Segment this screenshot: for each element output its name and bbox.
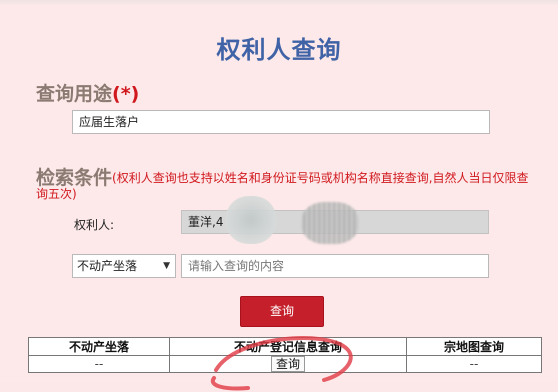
table-header-row: 不动产坐落 不动产登记信息查询 宗地图查询 bbox=[28, 337, 542, 356]
column-header-map: 宗地图查询 bbox=[406, 337, 542, 356]
privacy-blur bbox=[226, 196, 276, 244]
chevron-down-icon: ▼ bbox=[163, 261, 170, 271]
location-select-value: 不动产坐落 bbox=[77, 259, 138, 273]
query-button[interactable]: 查询 bbox=[240, 296, 324, 327]
criteria-heading-text: 检索条件 bbox=[36, 167, 113, 189]
page-title: 权利人查询 bbox=[216, 36, 342, 64]
purpose-input[interactable]: 应届生落户 bbox=[72, 110, 490, 134]
required-mark: (*) bbox=[112, 83, 140, 105]
location-select[interactable]: 不动产坐落 ▼ bbox=[72, 254, 176, 278]
table-row: -- 查询 -- bbox=[28, 355, 542, 373]
search-input[interactable]: 请输入查询的内容 bbox=[181, 254, 489, 278]
cell-registry: 查询 bbox=[169, 355, 407, 373]
results-table: 不动产坐落 不动产登记信息查询 宗地图查询 -- 查询 -- bbox=[28, 337, 542, 373]
query-panel: 权利人查询 查询用途(*) 应届生落户 检索条件(权利人查询也支持以姓名和身份证… bbox=[0, 0, 558, 391]
purpose-heading: 查询用途(*) bbox=[36, 79, 139, 106]
column-header-registry: 不动产登记信息查询 bbox=[169, 337, 407, 356]
cell-location: -- bbox=[28, 355, 170, 373]
owner-label: 权利人: bbox=[74, 218, 115, 232]
registry-query-button[interactable]: 查询 bbox=[270, 356, 305, 372]
top-shadow bbox=[0, 0, 558, 6]
purpose-heading-text: 查询用途 bbox=[36, 83, 113, 105]
cell-map: -- bbox=[406, 355, 542, 373]
privacy-scribble bbox=[302, 202, 358, 244]
column-header-location: 不动产坐落 bbox=[28, 337, 170, 356]
criteria-heading: 检索条件(权利人查询也支持以姓名和身份证号码或机构名称直接查询,自然人当日仅限查… bbox=[36, 167, 536, 202]
